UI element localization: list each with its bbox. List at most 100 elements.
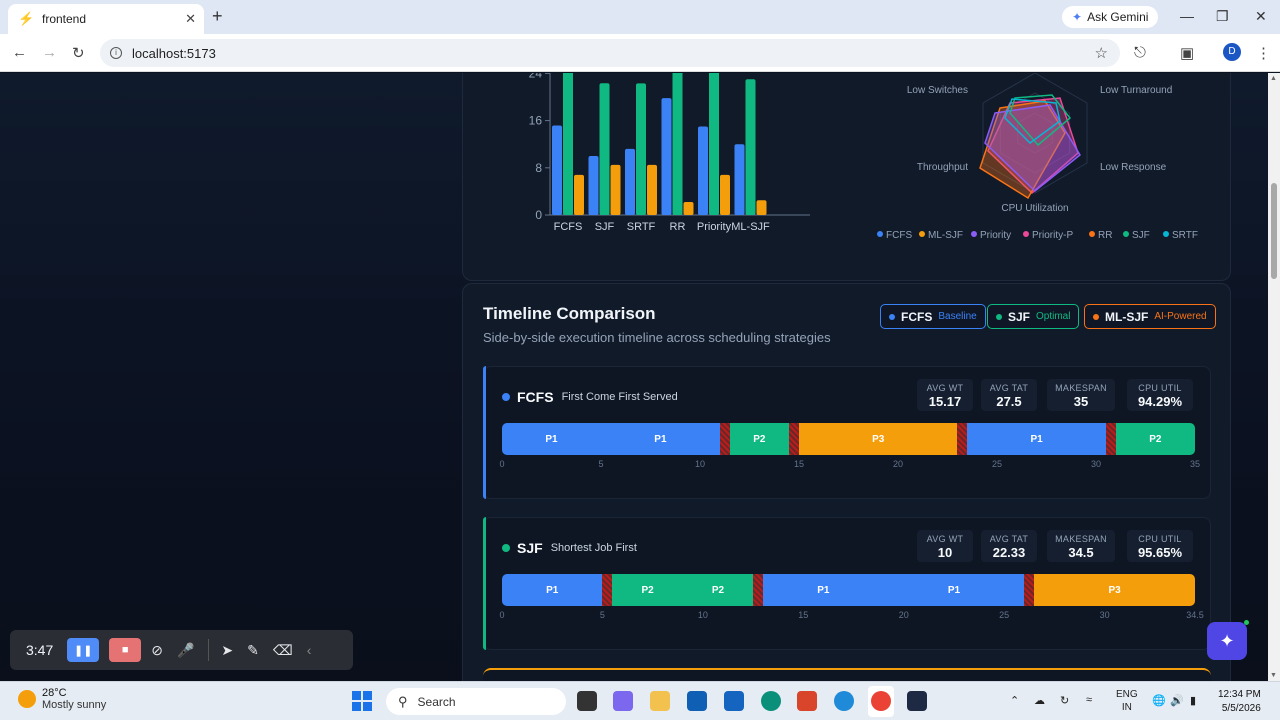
bar[interactable] <box>563 73 573 215</box>
gantt-segment[interactable]: P3 <box>799 423 958 455</box>
camera-off-icon[interactable]: ⊘ <box>151 642 163 659</box>
scroll-down-icon[interactable]: ▼ <box>1270 672 1277 679</box>
gantt-segment[interactable]: P3 <box>1034 574 1195 606</box>
gantt-tick-label: 15 <box>793 459 805 469</box>
azure-icon[interactable] <box>724 691 744 711</box>
browser-tab[interactable]: ⚡ frontend ✕ <box>8 4 204 34</box>
chip-ml-sjf[interactable]: ML-SJF AI-Powered <box>1084 304 1216 329</box>
gantt-segment[interactable]: P1 <box>883 574 1025 606</box>
gantt-tick-label: 5 <box>599 610 605 620</box>
algo-dot <box>502 544 510 552</box>
gantt-segment[interactable]: P2 <box>682 574 754 606</box>
context-switch <box>957 423 968 455</box>
bar[interactable] <box>574 174 584 215</box>
stop-button[interactable]: ■ <box>109 638 142 662</box>
legend-dot <box>877 231 883 237</box>
bar[interactable] <box>610 164 621 215</box>
page-scrollbar[interactable]: ▲ ▼ <box>1268 73 1280 681</box>
store-icon[interactable] <box>687 691 707 711</box>
bar[interactable] <box>672 73 683 215</box>
profile-avatar[interactable]: D <box>1223 43 1241 61</box>
forward-icon[interactable]: → <box>42 44 57 61</box>
start-button[interactable] <box>352 691 372 711</box>
tray-network-icon[interactable]: ≈ <box>1086 694 1092 706</box>
address-bar[interactable]: i localhost:5173 ☆ <box>100 39 1120 67</box>
bar[interactable] <box>683 202 694 215</box>
bar[interactable] <box>625 148 635 215</box>
chrome-icon[interactable] <box>871 691 891 711</box>
task-view-icon[interactable] <box>577 691 597 711</box>
language-indicator[interactable]: ENG IN <box>1116 688 1138 714</box>
ask-gemini-button[interactable]: ✦ Ask Gemini <box>1062 6 1159 28</box>
gantt-segment[interactable]: P1 <box>601 423 720 455</box>
gantt-segment[interactable]: P1 <box>502 574 603 606</box>
app-c-icon[interactable] <box>761 691 781 711</box>
bar[interactable] <box>720 174 730 215</box>
gantt-segment[interactable]: P1 <box>967 423 1106 455</box>
battery-icon[interactable]: ▮ <box>1190 694 1196 707</box>
new-tab-icon[interactable]: + <box>212 6 223 27</box>
bar[interactable] <box>709 73 719 215</box>
context-switch <box>789 423 799 455</box>
globe-icon[interactable]: 🌐 <box>1152 694 1166 707</box>
reload-icon[interactable]: ↻ <box>72 44 85 62</box>
system-clock[interactable]: 12:34 PM 5/5/2026 <box>1218 688 1261 716</box>
weather-widget[interactable]: 28°C Mostly sunny <box>18 687 106 711</box>
tray-sync-icon[interactable]: ↻ <box>1060 694 1069 707</box>
gantt-segment[interactable]: P2 <box>612 574 683 606</box>
gantt-segment[interactable]: P2 <box>729 423 790 455</box>
x-tick-label: FCFS <box>554 221 583 233</box>
gantt-segment[interactable]: P1 <box>763 574 884 606</box>
pause-button[interactable]: ❚❚ <box>67 638 100 662</box>
bar[interactable] <box>698 126 708 216</box>
gantt-segment[interactable]: P2 <box>1115 423 1195 455</box>
bar[interactable] <box>552 125 562 215</box>
ai-assistant-button[interactable]: ✦ <box>1207 620 1249 660</box>
tray-chevron-icon[interactable]: ⌃ <box>1010 694 1019 707</box>
gantt-bar: P1 P2 P2 P1 P1 P3 <box>502 574 1195 606</box>
bar[interactable] <box>636 83 646 216</box>
stat-avg-wt: AVG WT 10 <box>917 530 973 562</box>
close-tab-icon[interactable]: ✕ <box>185 11 196 27</box>
restore-icon[interactable]: ❐ <box>1216 8 1229 25</box>
legend-dot <box>1123 231 1129 237</box>
clock-date: 5/5/2026 <box>1221 703 1261 714</box>
site-info-icon[interactable]: i <box>110 47 122 59</box>
pointer-icon[interactable]: ➤ <box>221 642 233 659</box>
scroll-up-icon[interactable]: ▲ <box>1270 75 1277 82</box>
taskbar-search[interactable]: ⚲ Search <box>386 688 566 715</box>
y-tick-label: 24 <box>529 73 543 80</box>
volume-icon[interactable]: 🔊 <box>1170 694 1184 707</box>
bar[interactable] <box>599 83 610 216</box>
pen-icon[interactable]: ✎ <box>247 642 259 659</box>
chip-dot <box>996 313 1002 320</box>
bar[interactable] <box>734 144 745 215</box>
chip-fcfs[interactable]: FCFS Baseline <box>880 304 986 329</box>
collapse-chevron-icon[interactable]: ‹ <box>307 642 312 658</box>
menu-kebab-icon[interactable]: ⋮ <box>1256 44 1271 62</box>
bar[interactable] <box>745 79 756 215</box>
back-icon[interactable]: ← <box>12 44 27 61</box>
bar[interactable] <box>588 156 599 215</box>
stat-value: 10 <box>937 545 953 560</box>
tray-cloud-icon[interactable]: ☁ <box>1034 694 1045 707</box>
window-close-icon[interactable]: ✕ <box>1255 8 1267 25</box>
scrollbar-thumb[interactable] <box>1271 183 1277 279</box>
gantt-segment[interactable]: P1 <box>502 423 601 455</box>
bar[interactable] <box>756 200 767 215</box>
chip-label: ML-SJF <box>1105 309 1149 324</box>
eraser-icon[interactable]: ⌫ <box>273 642 293 659</box>
file-explorer-icon[interactable] <box>650 691 670 711</box>
powerpoint-icon[interactable] <box>797 691 817 711</box>
microphone-icon[interactable]: 🎤 <box>177 642 194 659</box>
app-a-icon[interactable] <box>907 691 927 711</box>
bar[interactable] <box>647 164 657 215</box>
extensions-icon[interactable]: ⎋ <box>1134 44 1146 61</box>
bookmark-star-icon[interactable]: ☆ <box>1095 44 1108 62</box>
minimize-icon[interactable]: — <box>1180 8 1194 24</box>
teams-icon[interactable] <box>613 691 633 711</box>
cast-icon[interactable]: ▣ <box>1180 44 1194 62</box>
chip-sjf[interactable]: SJF Optimal <box>987 304 1080 329</box>
bar[interactable] <box>661 98 672 215</box>
edge-icon[interactable] <box>834 691 854 711</box>
